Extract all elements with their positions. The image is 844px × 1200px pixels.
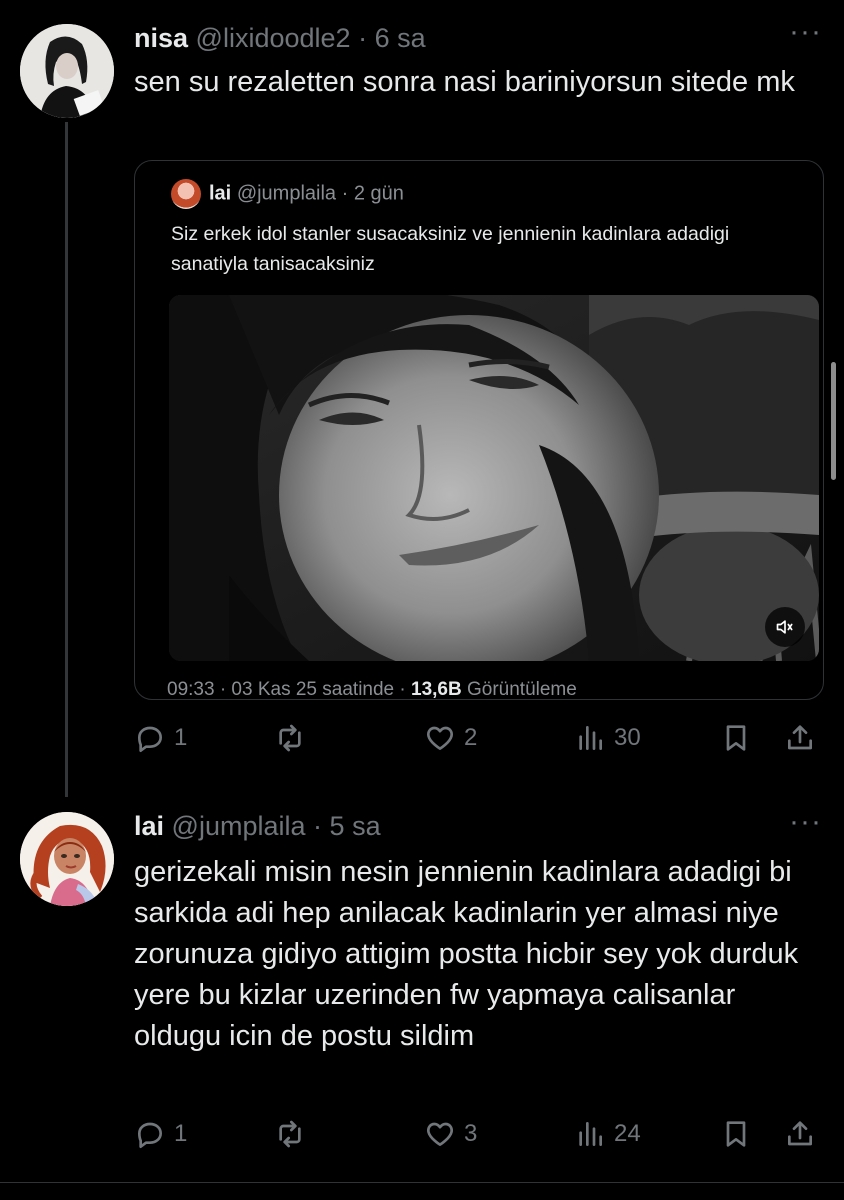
quote-header: lai @jumplaila · 2 gün (171, 179, 404, 209)
quote-author-handle: @jumplaila (236, 182, 337, 205)
share-icon (788, 725, 812, 750)
quoted-tweet[interactable]: lai @jumplaila · 2 gün Siz erkek idol st… (134, 160, 824, 700)
quote-avatar (171, 179, 201, 209)
more-options-icon[interactable]: ··· (789, 17, 822, 47)
views-button[interactable]: 30 (574, 718, 641, 758)
retweet-button[interactable] (274, 718, 314, 758)
separator-dot: · (313, 811, 323, 841)
thread-connector-line (65, 122, 68, 797)
tweet-text: sen su rezaletten sonra nasi bariniyorsu… (134, 66, 795, 98)
tweet-actions: 1 2 30 (134, 718, 824, 758)
retweet-button[interactable] (274, 1114, 314, 1154)
more-options-icon[interactable]: ··· (789, 807, 822, 837)
like-button[interactable]: 2 (424, 718, 477, 758)
view-count: 30 (614, 724, 641, 751)
quote-time: · 2 gün (341, 182, 404, 205)
share-button[interactable] (784, 1114, 816, 1154)
reply-icon (138, 1122, 162, 1148)
separator-dot: · (358, 23, 368, 53)
heart-icon (426, 726, 454, 750)
bookmark-icon (726, 725, 746, 751)
tweet-time[interactable]: 6 sa (375, 23, 426, 53)
avatar-nisa[interactable] (20, 24, 114, 118)
bookmark-button[interactable] (720, 1114, 752, 1154)
divider (0, 1182, 844, 1183)
quote-text: Siz erkek idol stanler susacaksiniz ve j… (171, 223, 730, 275)
share-button[interactable] (784, 718, 816, 758)
tweet-header: lai @jumplaila · 5 sa (134, 810, 381, 842)
reply-icon (138, 726, 162, 752)
reply-count: 1 (174, 1120, 188, 1147)
speaker-icon (776, 620, 793, 634)
reply-button[interactable]: 1 (134, 1114, 187, 1154)
bookmark-icon (726, 1121, 746, 1147)
like-count: 2 (464, 724, 478, 751)
author-name[interactable]: lai (134, 811, 164, 841)
view-count: 24 (614, 1120, 641, 1147)
retweet-icon (279, 724, 301, 752)
quote-timestamp: 09:33 · 03 Kas 25 saatinde · (167, 679, 406, 700)
bookmark-button[interactable] (720, 718, 752, 758)
reply-button[interactable]: 1 (134, 718, 187, 758)
author-name[interactable]: nisa (134, 23, 188, 53)
scrollbar[interactable] (831, 362, 836, 480)
quote-view-count: 13,6B (411, 679, 462, 700)
quote-video[interactable] (169, 295, 819, 661)
tweet-time[interactable]: 5 sa (330, 811, 381, 841)
sound-toggle-button[interactable] (765, 607, 805, 647)
tweet-header: nisa @lixidoodle2 · 6 sa (134, 22, 426, 54)
tweet-text: gerizekali misin nesin jennienin kadinla… (134, 856, 799, 1052)
like-button[interactable]: 3 (424, 1114, 477, 1154)
reply-count: 1 (174, 724, 188, 751)
views-icon (579, 1122, 602, 1146)
views-button[interactable]: 24 (574, 1114, 641, 1154)
quote-view-label: Görüntüleme (466, 679, 577, 700)
quoted-tweet-screenshot: lai @jumplaila · 2 gün Siz erkek idol st… (151, 167, 819, 700)
quote-footer: 09:33 · 03 Kas 25 saatinde · 13,6B Görün… (167, 679, 577, 700)
quote-author-name: lai (209, 182, 232, 205)
like-count: 3 (464, 1120, 478, 1147)
tweet-actions: 1 3 24 (134, 1114, 824, 1154)
views-icon (579, 726, 602, 750)
retweet-icon (279, 1120, 301, 1148)
share-icon (788, 1121, 812, 1146)
author-handle[interactable]: @jumplaila (172, 811, 306, 841)
heart-icon (426, 1122, 454, 1146)
author-handle[interactable]: @lixidoodle2 (196, 23, 351, 53)
avatar-lai[interactable] (20, 812, 114, 906)
